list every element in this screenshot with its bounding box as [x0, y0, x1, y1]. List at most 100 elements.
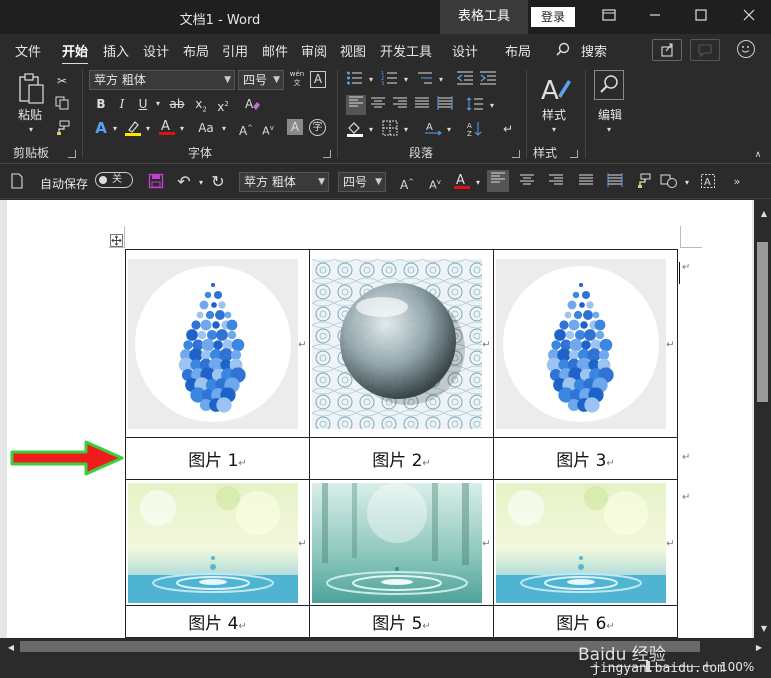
chevron-down-icon[interactable]: ▾	[192, 174, 210, 192]
distributed-icon[interactable]	[436, 96, 454, 114]
tab-file[interactable]: 文件	[15, 41, 41, 60]
clipboard-launcher-icon[interactable]	[68, 150, 76, 158]
superscript-icon[interactable]: x2	[214, 95, 232, 114]
feedback-smile-icon[interactable]	[737, 40, 755, 58]
format-painter-icon[interactable]	[634, 173, 652, 191]
chevron-down-icon[interactable]: ▾	[139, 120, 157, 138]
document-icon[interactable]	[8, 173, 26, 191]
minimize-icon[interactable]	[644, 6, 666, 28]
search-icon[interactable]	[556, 42, 570, 56]
chevron-down-icon[interactable]: ▾	[362, 121, 380, 139]
table-move-handle-icon[interactable]	[110, 234, 123, 247]
maximize-icon[interactable]	[690, 6, 712, 28]
table-cell[interactable]: ↵	[493, 249, 678, 438]
cut-icon[interactable]: ✂	[53, 72, 71, 90]
image-table[interactable]: ↵ ↵ ↵ 图片 1↵ 图片 2↵ 图片 3↵ ↵ ↵ ↵ 图片 4↵ 图片 5…	[125, 249, 678, 638]
chevron-down-icon[interactable]: ▾	[22, 121, 40, 139]
glass-drop-lace-image[interactable]	[312, 258, 483, 429]
paragraph-launcher-icon[interactable]	[512, 150, 520, 158]
chevron-down-icon[interactable]: ▾	[678, 174, 696, 192]
table-cell[interactable]: ↵	[493, 479, 678, 606]
tab-insert[interactable]: 插入	[103, 41, 129, 60]
more-commands-icon[interactable]: »	[728, 173, 746, 191]
decrease-indent-icon[interactable]	[456, 70, 474, 88]
font-launcher-icon[interactable]	[323, 150, 331, 158]
shapes-icon[interactable]	[660, 173, 678, 191]
bold-icon[interactable]: B	[92, 95, 110, 113]
qat-font-size-select[interactable]: 四号 ▼	[338, 172, 386, 192]
chevron-down-icon[interactable]: ▾	[173, 120, 191, 138]
align-left-icon[interactable]	[346, 95, 366, 115]
character-border-icon[interactable]: A	[310, 71, 326, 88]
close-icon[interactable]	[738, 6, 760, 28]
show-marks-icon[interactable]: ↵	[499, 120, 517, 138]
tab-table-layout[interactable]: 布局	[505, 41, 531, 60]
italic-icon[interactable]: I	[113, 95, 131, 113]
grow-font-icon[interactable]: A^	[237, 119, 255, 138]
tab-mailings[interactable]: 邮件	[262, 41, 288, 60]
qat-font-name-select[interactable]: 苹方 粗体 ▼	[239, 172, 329, 192]
table-cell[interactable]: ↵	[309, 479, 494, 606]
scroll-right-icon[interactable]: ▶	[750, 639, 768, 657]
align-right-icon[interactable]	[391, 96, 409, 114]
chevron-down-icon[interactable]: ▾	[362, 71, 380, 89]
justify-icon[interactable]	[413, 96, 431, 114]
restore-icon[interactable]	[598, 6, 620, 28]
align-center-icon[interactable]	[369, 96, 387, 114]
shrink-font-icon[interactable]: Av	[426, 173, 444, 192]
line-spacing-icon[interactable]	[466, 96, 484, 114]
text-box-icon[interactable]: A	[699, 173, 717, 191]
forest-water-ripple-image[interactable]	[312, 482, 483, 603]
undo-icon[interactable]: ↶	[175, 173, 193, 191]
comment-icon[interactable]	[690, 39, 720, 61]
font-size-select[interactable]: 四号 ▼	[238, 70, 284, 90]
chevron-down-icon[interactable]: ▾	[440, 121, 458, 139]
enclose-character-icon[interactable]: 字	[309, 119, 326, 136]
vertical-scroll-thumb[interactable]	[757, 242, 768, 402]
chevron-down-icon[interactable]: ▾	[149, 95, 167, 113]
water-ripple-bokeh-image[interactable]	[496, 482, 667, 603]
water-drop-bubbles-image[interactable]	[128, 258, 299, 429]
format-painter-icon[interactable]	[53, 120, 71, 138]
paste-icon[interactable]	[16, 72, 46, 106]
autosave-toggle[interactable]: 关	[95, 172, 133, 188]
strikethrough-icon[interactable]: ab	[168, 95, 186, 113]
distributed-icon[interactable]	[606, 173, 624, 191]
caption-cell[interactable]: 图片 5↵	[309, 605, 494, 638]
water-ripple-bokeh-image[interactable]	[128, 482, 299, 603]
caption-cell[interactable]: 图片 2↵	[309, 437, 494, 480]
caption-cell[interactable]: 图片 1↵	[125, 437, 310, 480]
character-shading-icon[interactable]: A	[287, 119, 303, 135]
increase-indent-icon[interactable]	[479, 70, 497, 88]
styles-icon[interactable]: A	[538, 72, 572, 106]
scroll-up-icon[interactable]: ▲	[755, 205, 771, 223]
context-tab-table-tools[interactable]: 表格工具	[440, 0, 528, 34]
scroll-down-icon[interactable]: ▼	[755, 620, 771, 638]
phonetic-guide-icon[interactable]: wén 文	[288, 70, 306, 88]
caption-cell[interactable]: 图片 3↵	[493, 437, 678, 480]
tab-references[interactable]: 引用	[222, 41, 248, 60]
justify-icon[interactable]	[577, 173, 595, 191]
sort-icon[interactable]: AZ	[466, 120, 484, 138]
tab-view[interactable]: 视图	[340, 41, 366, 60]
copy-icon[interactable]	[53, 96, 71, 114]
table-cell[interactable]: ↵	[125, 479, 310, 606]
chevron-down-icon[interactable]: ▾	[215, 120, 233, 138]
table-cell[interactable]: ↵	[309, 249, 494, 438]
clear-formatting-icon[interactable]: A	[243, 95, 261, 113]
subscript-icon[interactable]: x2	[192, 95, 210, 113]
login-button[interactable]: 登录	[531, 7, 575, 27]
redo-icon[interactable]: ↻	[209, 173, 227, 191]
zoom-level[interactable]: 100%	[720, 660, 754, 674]
save-icon[interactable]	[147, 173, 165, 191]
chevron-down-icon[interactable]: ▾	[397, 71, 415, 89]
align-left-icon[interactable]	[487, 170, 509, 192]
tab-home[interactable]: 开始	[62, 41, 89, 66]
tab-review[interactable]: 审阅	[301, 41, 327, 60]
search-label[interactable]: 搜索	[581, 41, 607, 60]
tab-design[interactable]: 设计	[143, 41, 169, 60]
tab-table-design[interactable]: 设计	[452, 41, 478, 60]
align-center-icon[interactable]	[518, 173, 536, 191]
share-icon[interactable]	[652, 39, 682, 61]
caption-cell[interactable]: 图片 4↵	[125, 605, 310, 638]
